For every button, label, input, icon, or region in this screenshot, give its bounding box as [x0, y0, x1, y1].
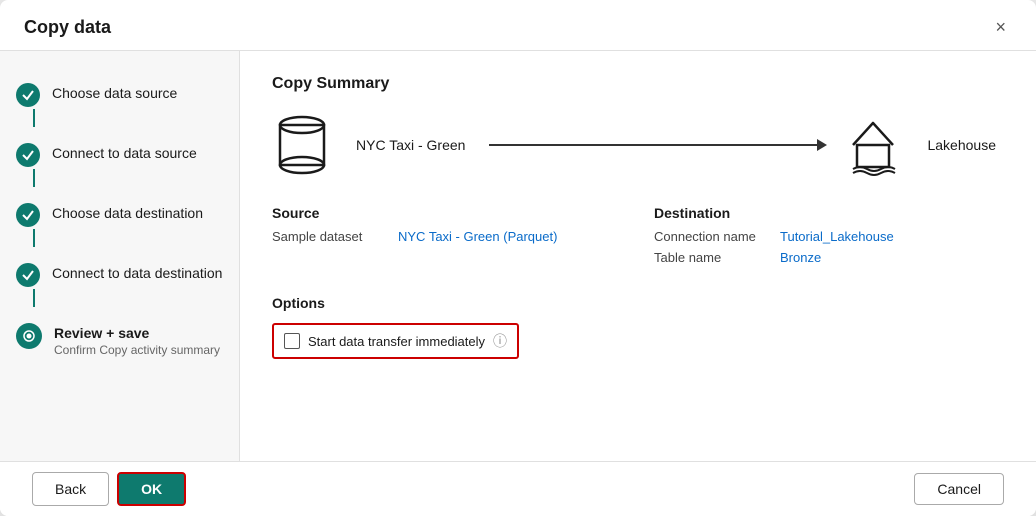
source-flow-label: NYC Taxi - Green [356, 137, 465, 153]
step-text-4: Connect to data destination [52, 263, 222, 281]
footer-left-buttons: Back OK [32, 472, 186, 506]
sidebar-item-choose-destination: Choose data destination [0, 195, 239, 255]
sidebar: Choose data source Connect to data sourc… [0, 51, 240, 461]
step-text-5: Review + save Confirm Copy activity summ… [54, 323, 220, 357]
source-value-0: NYC Taxi - Green (Parquet) [398, 229, 557, 244]
destination-value-0: Tutorial_Lakehouse [780, 229, 894, 244]
step-left-2 [16, 143, 40, 187]
cylinder-svg [274, 113, 330, 177]
main-content: Copy Summary NYC Taxi - Green [240, 51, 1036, 461]
source-details: Source Sample dataset NYC Taxi - Green (… [272, 205, 622, 271]
connector-4 [33, 289, 35, 307]
step-left-4 [16, 263, 40, 307]
modal-title: Copy data [24, 17, 111, 38]
connector-2 [33, 169, 35, 187]
check-icon-4 [21, 268, 35, 282]
step-circle-5 [16, 323, 42, 349]
cancel-button[interactable]: Cancel [914, 473, 1004, 505]
details-row: Source Sample dataset NYC Taxi - Green (… [272, 205, 1004, 271]
step-circle-1 [16, 83, 40, 107]
modal-body: Choose data source Connect to data sourc… [0, 51, 1036, 461]
sidebar-item-connect-destination: Connect to data destination [0, 255, 239, 315]
destination-key-1: Table name [654, 250, 764, 265]
flow-diagram: NYC Taxi - Green [272, 113, 1004, 177]
sidebar-item-connect-source: Connect to data source [0, 135, 239, 195]
step-sublabel-5: Confirm Copy activity summary [54, 343, 220, 357]
lakehouse-svg [843, 113, 903, 177]
arrow-line [489, 144, 817, 146]
step-label-2: Connect to data source [52, 145, 197, 161]
start-transfer-checkbox[interactable] [284, 333, 300, 349]
start-transfer-checkbox-row[interactable]: Start data transfer immediately ⓘ [272, 323, 519, 359]
destination-key-0: Connection name [654, 229, 764, 244]
source-key-0: Sample dataset [272, 229, 382, 244]
sidebar-item-choose-source: Choose data source [0, 75, 239, 135]
check-icon-5 [22, 329, 36, 343]
step-text-1: Choose data source [52, 83, 177, 101]
destination-title: Destination [654, 205, 1004, 221]
arrow-head [817, 139, 827, 151]
step-text-2: Connect to data source [52, 143, 197, 161]
destination-detail-item-1: Table name Bronze [654, 250, 1004, 265]
sidebar-item-review-save: Review + save Confirm Copy activity summ… [0, 315, 239, 365]
source-icon [272, 113, 332, 177]
source-detail-item: Sample dataset NYC Taxi - Green (Parquet… [272, 229, 622, 244]
dest-icon [843, 113, 903, 177]
check-icon-2 [21, 148, 35, 162]
step-left-1 [16, 83, 40, 127]
step-label-3: Choose data destination [52, 205, 203, 221]
options-section: Options Start data transfer immediately … [272, 295, 1004, 359]
source-title: Source [272, 205, 622, 221]
modal-header: Copy data × [0, 0, 1036, 51]
copy-data-modal: Copy data × Choose data source [0, 0, 1036, 516]
step-label-4: Connect to data destination [52, 265, 222, 281]
modal-footer: Back OK Cancel [0, 461, 1036, 516]
back-button[interactable]: Back [32, 472, 109, 506]
options-title: Options [272, 295, 1004, 311]
connector-1 [33, 109, 35, 127]
check-icon-1 [21, 88, 35, 102]
close-button[interactable]: × [989, 16, 1012, 38]
step-left-5 [16, 323, 42, 349]
step-label-5: Review + save [54, 325, 220, 341]
step-left-3 [16, 203, 40, 247]
start-transfer-label: Start data transfer immediately [308, 334, 485, 349]
step-circle-4 [16, 263, 40, 287]
step-label-1: Choose data source [52, 85, 177, 101]
destination-detail-item-0: Connection name Tutorial_Lakehouse [654, 229, 1004, 244]
ok-button[interactable]: OK [117, 472, 186, 506]
step-circle-2 [16, 143, 40, 167]
section-title: Copy Summary [272, 75, 1004, 93]
step-circle-3 [16, 203, 40, 227]
connector-3 [33, 229, 35, 247]
flow-arrow [489, 139, 827, 151]
step-text-3: Choose data destination [52, 203, 203, 221]
destination-value-1: Bronze [780, 250, 821, 265]
info-icon: ⓘ [493, 331, 507, 351]
dest-flow-label: Lakehouse [927, 137, 996, 153]
check-icon-3 [21, 208, 35, 222]
destination-details: Destination Connection name Tutorial_Lak… [654, 205, 1004, 271]
